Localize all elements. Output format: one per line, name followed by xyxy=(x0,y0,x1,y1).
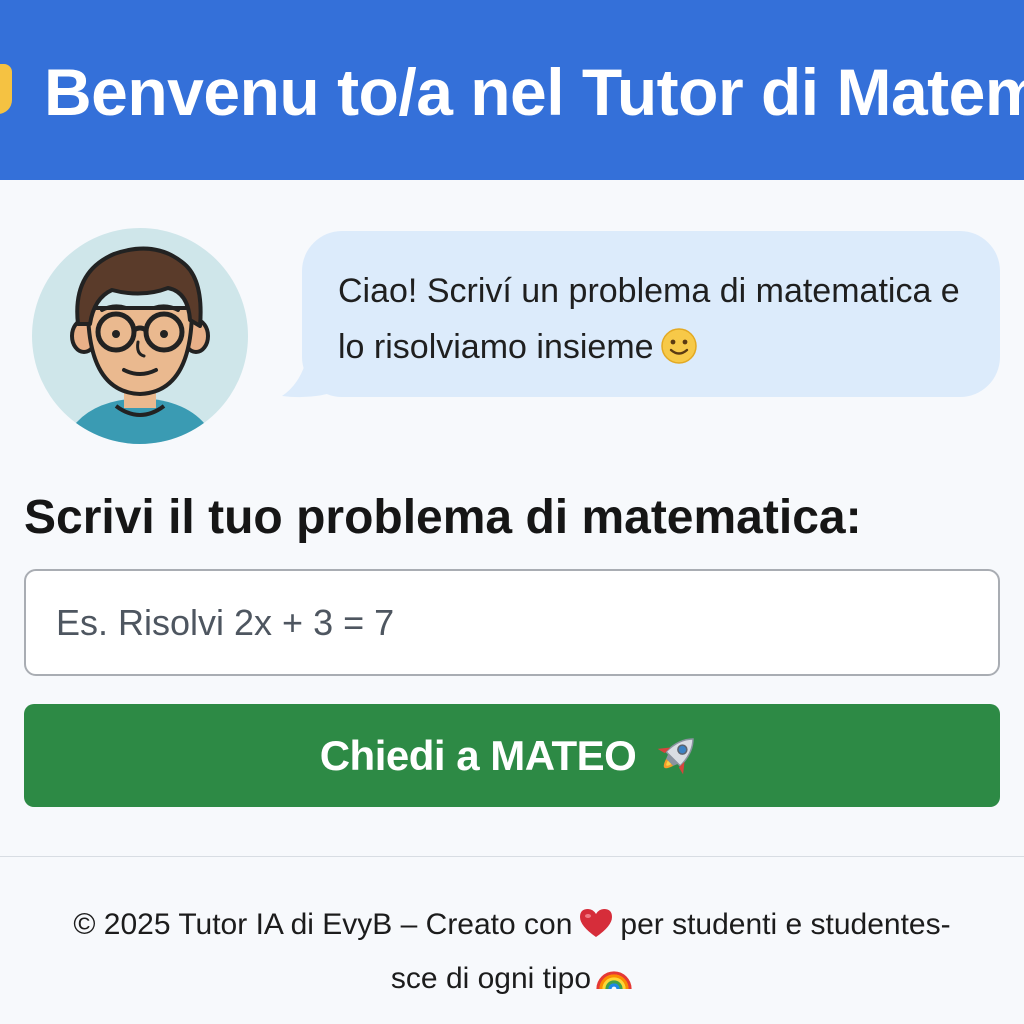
footer-line-1: © 2025 Tutor IA di EvyB – Creato con per … xyxy=(0,898,1024,952)
footer: © 2025 Tutor IA di EvyB – Creato con per … xyxy=(0,898,1024,1006)
ask-mateo-button[interactable]: Chiedi a MATEO xyxy=(24,704,1000,807)
ask-button-label: Chiedi a MATEO xyxy=(319,731,637,779)
tutor-avatar xyxy=(32,228,248,444)
tutor-message: Ciao! Scriví un problema di matematica e… xyxy=(338,272,960,366)
book-icon xyxy=(0,64,12,114)
smiley-icon xyxy=(660,328,697,364)
footer-text-2: per studenti e studentes- xyxy=(620,908,951,941)
footer-divider xyxy=(0,856,1024,857)
page-title: Benvenu to/a nel Tutor di Matematica xyxy=(44,55,1024,129)
rainbow-icon xyxy=(596,971,632,990)
tutor-avatar-illustration xyxy=(70,246,210,444)
tutor-speech-bubble: Ciao! Scriví un problema di matematica e… xyxy=(302,231,1000,397)
tutor-page: Benvenu to/a nel Tutor di Matematica xyxy=(0,0,1024,1024)
footer-text-3: sce di ogni tipo xyxy=(390,962,592,995)
problem-input[interactable] xyxy=(24,569,1000,676)
header-bar: Benvenu to/a nel Tutor di Matematica xyxy=(0,0,1024,180)
footer-text-1: © 2025 Tutor IA di EvyB – Creato con xyxy=(73,908,573,941)
heart-icon xyxy=(580,909,613,937)
problem-label: Scrivi il tuo problema di matematica: xyxy=(24,491,862,544)
rocket-icon xyxy=(657,737,695,774)
footer-line-2: sce di ogni tipo xyxy=(0,952,1024,1006)
